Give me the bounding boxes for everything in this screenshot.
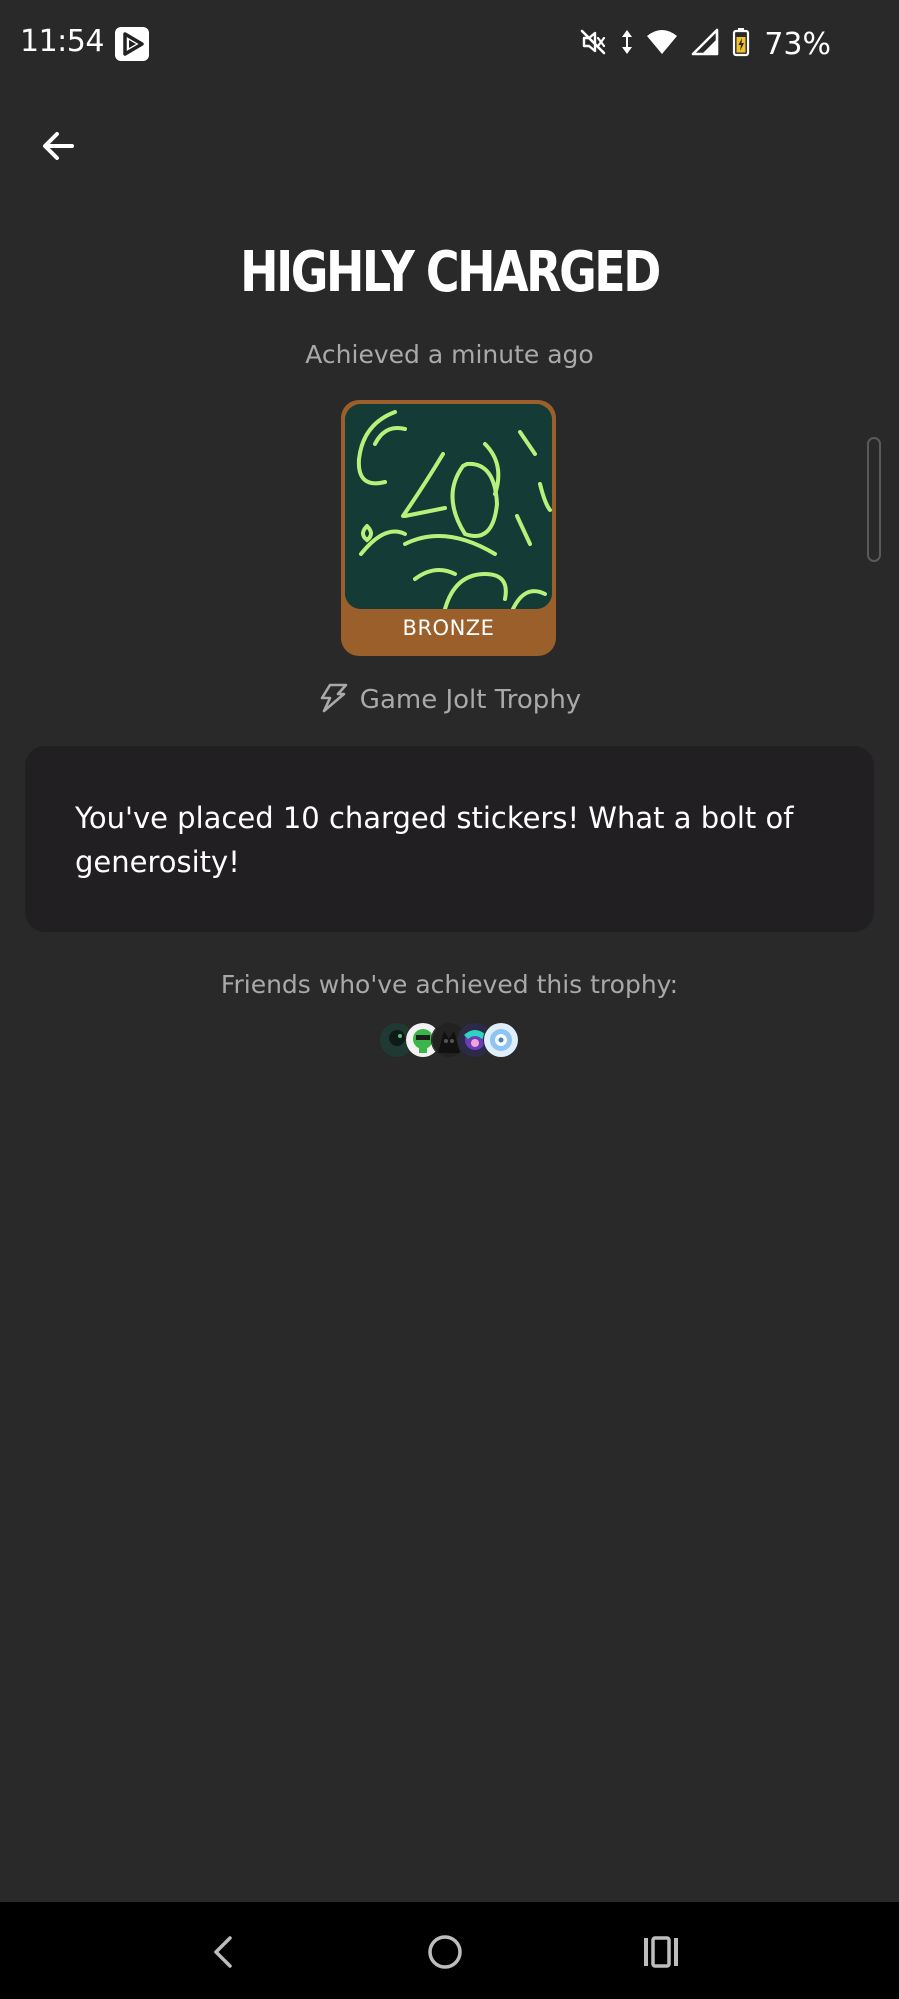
trophy-source-label: Game Jolt Trophy [359,685,582,715]
trophy-source: Game Jolt Trophy [0,683,899,717]
status-time: 11:54 [20,24,104,59]
trophy-description: You've placed 10 charged stickers! What … [75,801,794,879]
status-bar: 11:54 73% [0,0,899,90]
nav-recents-icon [644,1936,678,1968]
friends-label: Friends who've achieved this trophy: [220,970,679,999]
nav-back-button[interactable] [194,1922,254,1982]
mute-icon [578,27,608,61]
nav-home-icon [428,1935,462,1969]
nav-recents-button[interactable] [631,1922,691,1982]
achieved-time: Achieved a minute ago [305,340,594,369]
nav-back-icon [214,1936,232,1968]
battery-icon [732,27,750,61]
system-nav-bar [0,1902,899,1999]
description-card: You've placed 10 charged stickers! What … [25,746,874,932]
friends-avatars[interactable] [379,1022,529,1058]
trophy-tier-label: BRONZE [402,616,495,640]
trophy-image [345,404,552,609]
play-store-icon [115,27,149,61]
back-button[interactable] [30,118,86,174]
battery-percent: 73% [764,26,831,62]
data-arrows-icon [620,27,634,61]
scrollbar-thumb[interactable] [867,437,881,562]
arrow-left-icon [43,132,74,160]
trophy-detail-screen: 11:54 73% HIGHLY CHARGED Achieved a minu… [0,0,899,1999]
trophy-title: HIGHLY CHARGED [240,240,661,305]
status-icons: 73% [578,24,831,64]
signal-icon [690,27,720,61]
trophy-card: BRONZE [341,400,556,656]
lightning-bolt-icon [318,683,348,717]
wifi-icon [646,27,678,61]
nav-home-button[interactable] [415,1922,475,1982]
friend-avatar-5[interactable] [483,1022,519,1058]
